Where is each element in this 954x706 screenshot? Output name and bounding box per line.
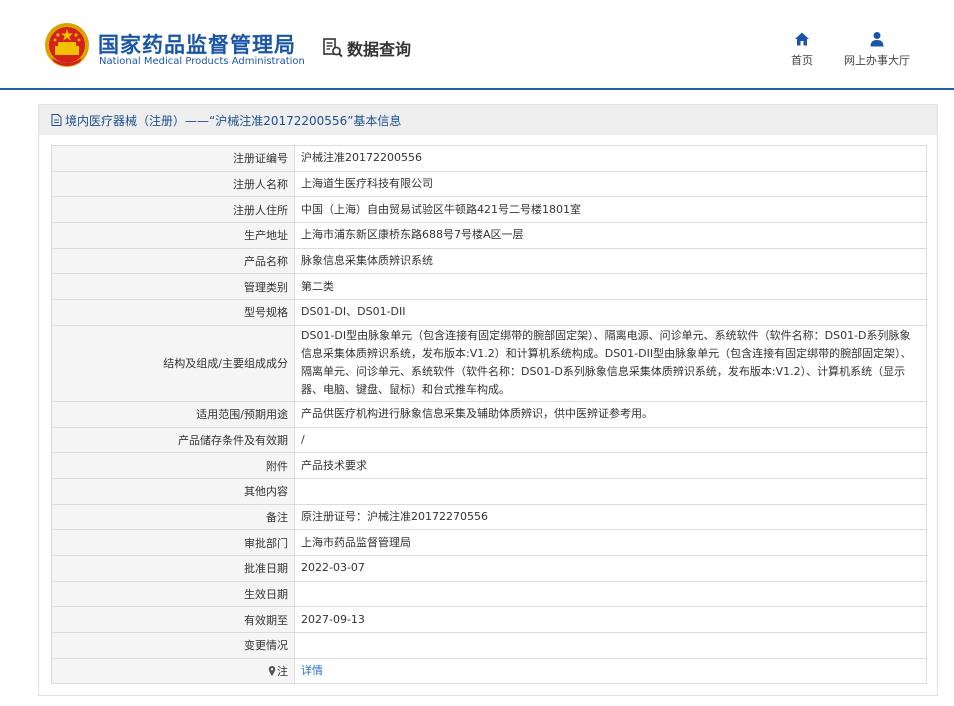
document-search-icon [323, 38, 343, 58]
row-value: 中国（上海）自由贸易试验区牛顿路421号二号楼1801室 [294, 196, 927, 224]
table-row: 有效期至 2027-09-13 [51, 606, 927, 633]
national-emblem-icon [45, 23, 89, 67]
panel-title-text: 境内医疗器械（注册）——“沪械注准20172200556”基本信息 [65, 113, 402, 128]
table-row: 其他内容 [51, 477, 927, 505]
table-row: 生产地址 上海市浦东新区康桥东路688号7号楼A区一层 [51, 222, 927, 249]
row-label: 管理类别 [51, 273, 295, 301]
row-value [294, 580, 927, 608]
row-value: 上海道生医疗科技有限公司 [294, 170, 927, 198]
nav-online-hall[interactable]: 网上办事大厅 [842, 31, 912, 68]
row-label: 备注 [51, 503, 295, 531]
table-row: 备注 原注册证号：沪械注准20172270556 [51, 503, 927, 531]
home-icon [795, 32, 809, 46]
row-value [294, 632, 927, 659]
row-value: 上海市药品监督管理局 [294, 529, 927, 556]
nav-online-hall-label: 网上办事大厅 [844, 54, 910, 67]
row-value: 产品供医疗机构进行脉象信息采集及辅助体质辨识，供中医辨证参考用。 [294, 400, 927, 428]
row-label: 附件 [51, 452, 295, 479]
table-row: 变更情况 [51, 632, 927, 659]
row-label: 注册人住所 [51, 196, 295, 224]
row-value: DS01-DI型由脉象单元（包含连接有固定绑带的腕部固定架）、隔离电源、问诊单元… [294, 324, 927, 402]
panel-title: 境内医疗器械（注册）——“沪械注准20172200556”基本信息 [39, 105, 937, 135]
brand-title: 国家药品监督管理局 [98, 33, 296, 57]
table-row: 注册人住所 中国（上海）自由贸易试验区牛顿路421号二号楼1801室 [51, 196, 927, 224]
table-row: 审批部门 上海市药品监督管理局 [51, 529, 927, 556]
details-link[interactable]: 详情 [301, 664, 323, 677]
row-label: 注册人名称 [51, 170, 295, 198]
row-value: 原注册证号：沪械注准20172270556 [294, 503, 927, 531]
data-query-link[interactable]: 数据查询 [322, 36, 411, 60]
table-row: 产品储存条件及有效期 / [51, 426, 927, 454]
row-value: 详情 [294, 657, 927, 685]
row-value: 脉象信息采集体质辨识系统 [294, 247, 927, 275]
site-header: 国家药品监督管理局 National Medical Products Admi… [0, 0, 954, 90]
table-row: 适用范围/预期用途 产品供医疗机构进行脉象信息采集及辅助体质辨识，供中医辨证参考用… [51, 400, 927, 428]
table-row: 附件 产品技术要求 [51, 452, 927, 479]
table-row: 批准日期 2022-03-07 [51, 554, 927, 582]
data-query-label: 数据查询 [347, 40, 412, 59]
info-table: 注册证编号 沪械注准20172200556 注册人名称 上海道生医疗科技有限公司 注… [51, 145, 927, 685]
table-row: 生效日期 [51, 580, 927, 608]
table-row: 型号规格 DS01-DI、DS01-DII [51, 299, 927, 326]
row-label: 其他内容 [51, 477, 295, 505]
row-label: 有效期至 [51, 606, 295, 633]
table-row: 注册人名称 上海道生医疗科技有限公司 [51, 170, 927, 198]
row-value: 沪械注准20172200556 [294, 145, 927, 172]
table-row: 注 详情 [51, 657, 927, 685]
table-row: 管理类别 第二类 [51, 273, 927, 301]
row-value: / [294, 426, 927, 454]
document-icon [51, 114, 62, 126]
row-label: 生产地址 [51, 222, 295, 249]
row-label-note: 注 [51, 657, 295, 685]
nav-home-label: 首页 [791, 54, 813, 67]
row-label: 产品储存条件及有效期 [51, 426, 295, 454]
note-label: 注 [277, 665, 288, 679]
brand-subtitle: National Medical Products Administration [99, 56, 305, 67]
row-label: 审批部门 [51, 529, 295, 556]
row-label: 适用范围/预期用途 [51, 400, 295, 428]
row-label: 产品名称 [51, 247, 295, 275]
table-row: 注册证编号 沪械注准20172200556 [51, 145, 927, 172]
row-label: 变更情况 [51, 632, 295, 659]
table-row: 产品名称 脉象信息采集体质辨识系统 [51, 247, 927, 275]
row-value: 第二类 [294, 273, 927, 301]
row-value: DS01-DI、DS01-DII [294, 299, 927, 326]
row-label: 批准日期 [51, 554, 295, 582]
row-label: 型号规格 [51, 299, 295, 326]
table-row: 结构及组成/主要组成成分 DS01-DI型由脉象单元（包含连接有固定绑带的腕部固定… [51, 324, 927, 402]
row-label: 结构及组成/主要组成成分 [51, 324, 295, 402]
row-value [294, 477, 927, 505]
row-label: 注册证编号 [51, 145, 295, 172]
detail-panel: 境内医疗器械（注册）——“沪械注准20172200556”基本信息 注册证编号沪… [38, 104, 938, 696]
row-value: 2027-09-13 [294, 606, 927, 633]
row-label: 生效日期 [51, 580, 295, 608]
nav-home[interactable]: 首页 [787, 31, 817, 68]
row-value: 2022-03-07 [294, 554, 927, 582]
row-value: 上海市浦东新区康桥东路688号7号楼A区一层 [294, 222, 927, 249]
pin-icon [268, 666, 276, 677]
user-icon [870, 32, 884, 47]
row-value: 产品技术要求 [294, 452, 927, 479]
